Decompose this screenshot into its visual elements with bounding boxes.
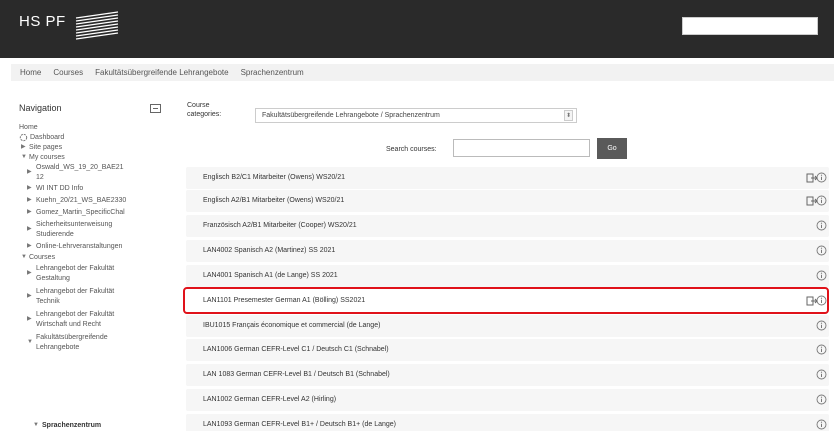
course-title-link[interactable]: LAN1093 German CEFR-Level B1+ / Deutsch …: [203, 421, 396, 428]
nav-category-technik[interactable]: ▶ Lehrangebot der Fakultät Technik: [27, 287, 167, 307]
chevron-right-icon: ▶: [27, 293, 32, 299]
chevron-right-icon: ▶: [27, 169, 32, 175]
chevron-down-icon: ▼: [33, 422, 39, 428]
nav-course-label-cont: Studierende: [36, 231, 74, 238]
nav-category-label-cont: Gestaltung: [36, 275, 70, 282]
chevron-right-icon: ▶: [27, 270, 32, 276]
search-courses-label: Search courses:: [386, 146, 437, 153]
nav-category-fakultaetsuebergreifend[interactable]: ▼ Fakultätsübergreifende Lehrangebote: [27, 333, 167, 353]
course-row: LAN1002 German CEFR-Level A2 (Hirling): [186, 389, 829, 411]
info-icon[interactable]: [816, 344, 827, 355]
chevron-right-icon: ▶: [21, 144, 26, 150]
info-icon[interactable]: [816, 220, 827, 231]
header-search-input[interactable]: [682, 17, 818, 35]
nav-my-courses-label: My courses: [29, 154, 65, 161]
info-icon[interactable]: [816, 172, 827, 183]
course-row: LAN1093 German CEFR-Level B1+ / Deutsch …: [186, 414, 829, 431]
highlight-box: [183, 287, 829, 314]
logo-text: HS PF: [19, 13, 66, 30]
nav-course-label: WI INT DD Info: [36, 185, 84, 192]
nav-site-pages-label: Site pages: [29, 144, 63, 151]
nav-course-label: Gomez_Martin_SpecificChal: [36, 209, 125, 216]
nav-category-label-cont: Lehrangebote: [36, 344, 80, 351]
breadcrumb-home[interactable]: Home: [20, 68, 41, 77]
category-select[interactable]: Fakultätsübergreifende Lehrangebote / Sp…: [255, 108, 577, 123]
breadcrumb-sprachenzentrum[interactable]: Sprachenzentrum: [241, 68, 304, 77]
nav-course-label: Sicherheitsunterweisung: [36, 221, 113, 228]
course-row: Englisch B2/C1 Mitarbeiter (Owens) WS20/…: [186, 167, 829, 189]
nav-course-sicherheit[interactable]: ▶ Sicherheitsunterweisung Studierende: [27, 220, 167, 240]
course-title-link[interactable]: LAN1002 German CEFR-Level A2 (Hirling): [203, 396, 336, 403]
course-row: Französisch A2/B1 Mitarbeiter (Cooper) W…: [186, 215, 829, 237]
chevron-down-icon: ▼: [27, 339, 33, 345]
nav-category-label: Lehrangebot der Fakultät: [36, 265, 115, 272]
category-label-line1: Course: [187, 102, 210, 109]
nav-category-wirtschaft[interactable]: ▶ Lehrangebot der Fakultät Wirtschaft un…: [27, 310, 167, 330]
course-row: LAN4001 Spanisch A1 (de Lange) SS 2021: [186, 265, 829, 287]
nav-home[interactable]: Home: [19, 123, 38, 132]
site-logo[interactable]: HS PF: [19, 10, 120, 46]
nav-dashboard-label: Dashboard: [30, 134, 65, 141]
course-title-link[interactable]: LAN4002 Spanisch A2 (Martinez) SS 2021: [203, 247, 335, 254]
nav-course-label: Oswald_WS_19_20_BAE21: [36, 164, 124, 171]
nav-category-label-cont: Wirtschaft und Recht: [36, 321, 101, 328]
nav-course-oswald[interactable]: ▶ Oswald_WS_19_20_BAE21 12: [27, 163, 167, 183]
chevron-right-icon: ▶: [27, 185, 32, 191]
info-icon[interactable]: [816, 245, 827, 256]
course-title-link[interactable]: Französisch A2/B1 Mitarbeiter (Cooper) W…: [203, 222, 357, 229]
chevron-right-icon: ▶: [27, 243, 32, 249]
course-title-link[interactable]: IBU1015 Français économique et commercia…: [203, 322, 380, 329]
nav-category-label: Lehrangebot der Fakultät: [36, 288, 115, 295]
course-title-link[interactable]: Englisch B2/C1 Mitarbeiter (Owens) WS20/…: [203, 174, 345, 181]
nav-course-label-cont: 12: [36, 174, 44, 181]
chevron-right-icon: ▶: [27, 226, 32, 232]
nav-category-gestaltung[interactable]: ▶ Lehrangebot der Fakultät Gestaltung: [27, 264, 167, 284]
nav-category-label: Fakultätsübergreifende: [36, 334, 108, 341]
nav-course-label: Kuehn_20/21_WS_BAE2330: [36, 197, 127, 204]
select-arrows-icon: ⬍: [564, 110, 573, 121]
navigation-title: Navigation: [19, 103, 62, 113]
info-icon[interactable]: [816, 320, 827, 331]
course-title-link[interactable]: LAN1006 German CEFR-Level C1 / Deutsch C…: [203, 346, 389, 353]
chevron-down-icon: ▼: [21, 254, 27, 260]
search-courses-input[interactable]: [453, 139, 590, 157]
breadcrumb-faculty[interactable]: Fakultätsübergreifende Lehrangebote: [95, 68, 228, 77]
info-icon[interactable]: [816, 270, 827, 281]
info-icon[interactable]: [816, 394, 827, 405]
nav-category-label-cont: Technik: [36, 298, 60, 305]
info-icon[interactable]: [816, 419, 827, 430]
navigation-block: Navigation Home Dashboard ▶ Site pages ▼…: [19, 99, 171, 431]
course-title-link[interactable]: LAN4001 Spanisch A1 (de Lange) SS 2021: [203, 272, 338, 279]
course-title-link[interactable]: LAN 1083 German CEFR-Level B1 / Deutsch …: [203, 371, 390, 378]
header-bar: HS PF: [0, 0, 834, 58]
category-selected-value: Fakultätsübergreifende Lehrangebote / Sp…: [262, 112, 440, 119]
category-label-line2: categories:: [187, 111, 222, 118]
nav-category-label: Lehrangebot der Fakultät: [36, 311, 115, 318]
info-icon[interactable]: [816, 195, 827, 206]
collapse-block-icon[interactable]: [150, 104, 161, 113]
breadcrumb: Home Courses Fakultätsübergreifende Lehr…: [11, 64, 834, 81]
category-label: Course categories:: [187, 101, 221, 119]
course-row: Englisch A2/B1 Mitarbeiter (Owens) WS20/…: [186, 190, 829, 212]
logo-stripes-icon: [75, 11, 118, 40]
nav-category-label: Sprachenzentrum: [42, 422, 102, 429]
nav-course-label: Online-Lehrveranstaltungen: [36, 243, 123, 250]
dashboard-icon: [19, 133, 28, 142]
breadcrumb-courses[interactable]: Courses: [53, 68, 83, 77]
chevron-right-icon: ▶: [27, 316, 32, 322]
course-row: IBU1015 Français économique et commercia…: [186, 315, 829, 337]
info-icon[interactable]: [816, 369, 827, 380]
course-title-link[interactable]: Englisch A2/B1 Mitarbeiter (Owens) WS20/…: [203, 197, 344, 204]
go-button[interactable]: Go: [597, 138, 627, 159]
chevron-down-icon: ▼: [21, 154, 27, 160]
chevron-right-icon: ▶: [27, 197, 32, 203]
chevron-right-icon: ▶: [27, 209, 32, 215]
nav-courses-label: Courses: [29, 254, 56, 261]
course-row: LAN1006 German CEFR-Level C1 / Deutsch C…: [186, 339, 829, 361]
course-row: LAN 1083 German CEFR-Level B1 / Deutsch …: [186, 364, 829, 386]
course-row: LAN4002 Spanisch A2 (Martinez) SS 2021: [186, 240, 829, 262]
